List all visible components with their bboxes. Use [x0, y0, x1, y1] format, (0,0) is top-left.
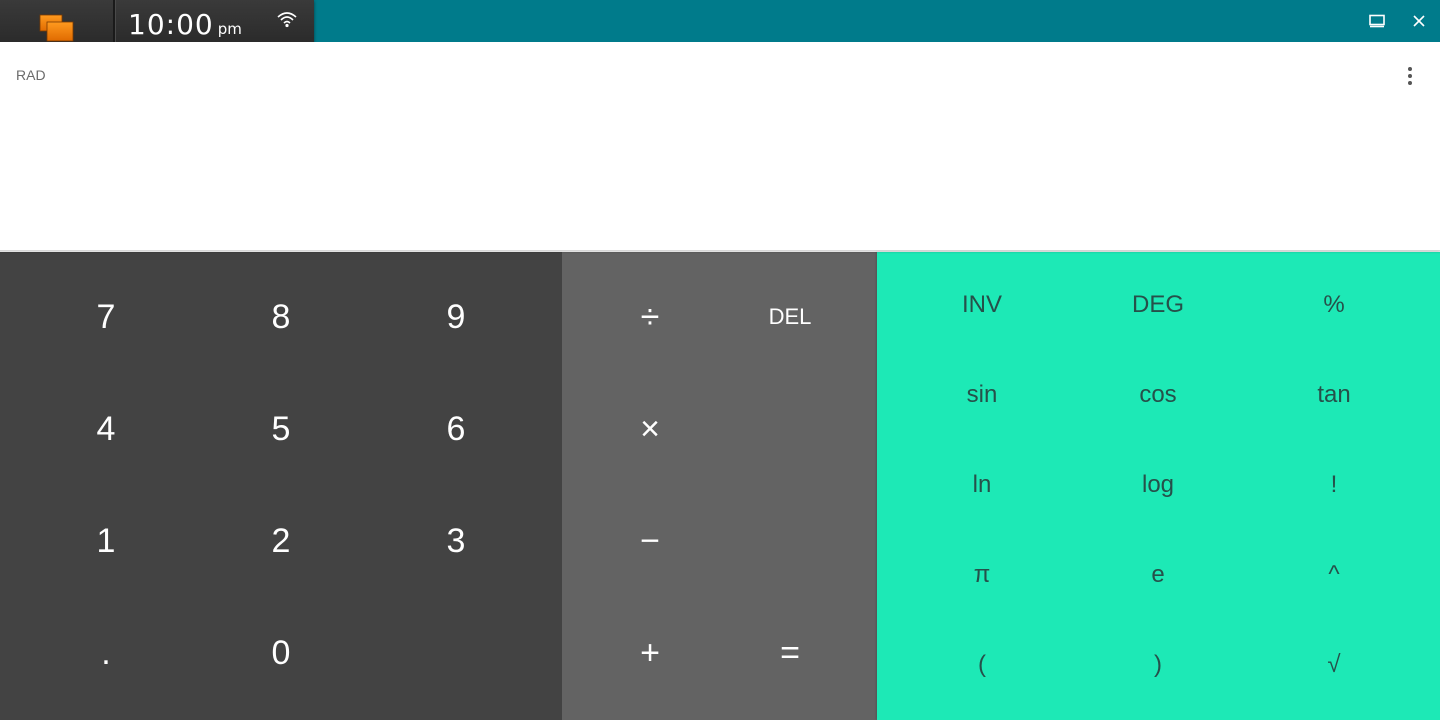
more-vert-icon-dot: [1408, 81, 1412, 85]
left-paren-button[interactable]: (: [895, 620, 1069, 710]
digit-9-button[interactable]: 9: [369, 262, 543, 372]
close-icon: [1413, 15, 1425, 27]
angle-mode-indicator: RAD: [16, 67, 46, 83]
clock: 10:00 pm: [128, 8, 242, 41]
multiply-button[interactable]: ×: [580, 374, 720, 484]
more-vert-icon-dot: [1408, 74, 1412, 78]
digit-4-button[interactable]: 4: [19, 374, 193, 484]
overflow-menu-button[interactable]: [1396, 62, 1424, 90]
numeric-pad: 7 8 9 4 5 6 1 2 3 . 0: [0, 252, 562, 720]
inv-button[interactable]: INV: [895, 260, 1069, 350]
percent-button[interactable]: %: [1247, 260, 1421, 350]
restore-window-button[interactable]: [1363, 7, 1391, 35]
digit-6-button[interactable]: 6: [369, 374, 543, 484]
wifi-icon: [277, 12, 297, 28]
clock-ampm: pm: [217, 20, 242, 38]
digit-7-button[interactable]: 7: [19, 262, 193, 372]
digit-3-button[interactable]: 3: [369, 486, 543, 596]
pi-button[interactable]: π: [895, 530, 1069, 620]
minus-button[interactable]: −: [580, 486, 720, 596]
operator-pad: ÷ DEL × − + =: [562, 252, 877, 720]
plus-button[interactable]: +: [580, 598, 720, 708]
digit-1-button[interactable]: 1: [19, 486, 193, 596]
restore-window-icon: [1369, 14, 1385, 28]
advanced-pad: INV DEG % sin cos tan ln log ! π e ^ ( )…: [877, 252, 1440, 720]
delete-button[interactable]: DEL: [720, 262, 860, 372]
calculator-app: 10:00 pm RAD 7 8 9 4 5 6 1 2 3 . 0 ÷ DEL…: [0, 0, 1440, 720]
sqrt-button[interactable]: √: [1247, 620, 1421, 710]
deg-button[interactable]: DEG: [1071, 260, 1245, 350]
factorial-button[interactable]: !: [1247, 440, 1421, 530]
clock-time: 10:00: [128, 8, 214, 41]
sin-button[interactable]: sin: [895, 350, 1069, 440]
digit-0-button[interactable]: 0: [194, 598, 368, 708]
close-window-button[interactable]: [1405, 7, 1433, 35]
e-button[interactable]: e: [1071, 530, 1245, 620]
equals-button[interactable]: =: [720, 598, 860, 708]
power-button[interactable]: ^: [1247, 530, 1421, 620]
tan-button[interactable]: tan: [1247, 350, 1421, 440]
calculator-display: RAD: [0, 42, 1440, 252]
log-button[interactable]: log: [1071, 440, 1245, 530]
digit-2-button[interactable]: 2: [194, 486, 368, 596]
more-vert-icon: [1408, 67, 1412, 71]
right-paren-button[interactable]: ): [1071, 620, 1245, 710]
digit-5-button[interactable]: 5: [194, 374, 368, 484]
digit-8-button[interactable]: 8: [194, 262, 368, 372]
divide-button[interactable]: ÷: [580, 262, 720, 372]
decimal-point-button[interactable]: .: [19, 598, 193, 708]
cos-button[interactable]: cos: [1071, 350, 1245, 440]
ln-button[interactable]: ln: [895, 440, 1069, 530]
